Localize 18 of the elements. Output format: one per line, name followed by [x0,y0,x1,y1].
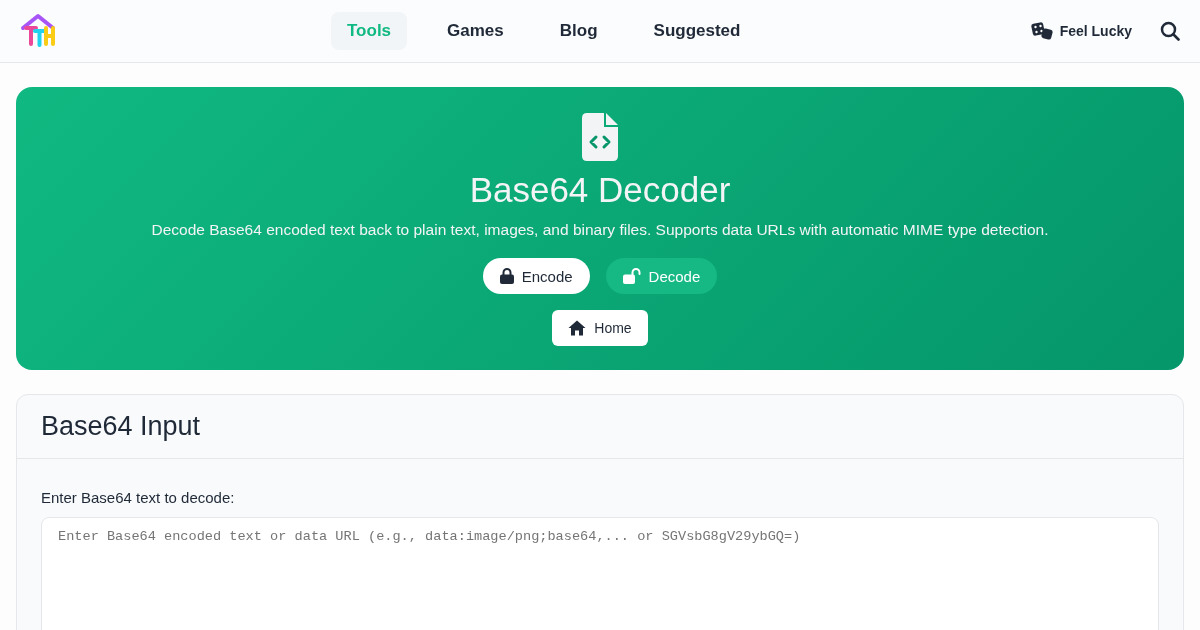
unlocked-lock-icon [622,268,641,284]
home-button[interactable]: Home [552,310,648,346]
dice-icon [1030,22,1053,40]
encode-button[interactable]: Encode [482,258,590,294]
input-field[interactable]: Enter Base64 encoded text or data URL (e.g., data:image/png;base64,... or SGVsbG8gV29ybGQ=) [41,517,1159,630]
code-file-icon [582,113,618,161]
house-logo-icon[interactable] [20,13,56,49]
nav-link[interactable]: Blog [543,12,614,50]
nav-link[interactable]: Suggested [637,12,757,50]
page-description: Decode Base64 encoded text back to plain text, images, and binary files. Supports data URLs with automatic MIME type detection. [151,220,1049,240]
field-label: Enter Base64 text to decode: [41,488,235,508]
search-icon[interactable] [1160,21,1180,41]
card-title: Base64 Input [41,411,201,442]
feel-lucky-button[interactable]: Feel Lucky [1030,22,1132,40]
page-title: Base64 Decoder [469,169,731,211]
house-icon [568,320,587,336]
nav-link[interactable]: Games [431,12,520,50]
lock-icon [499,268,514,284]
